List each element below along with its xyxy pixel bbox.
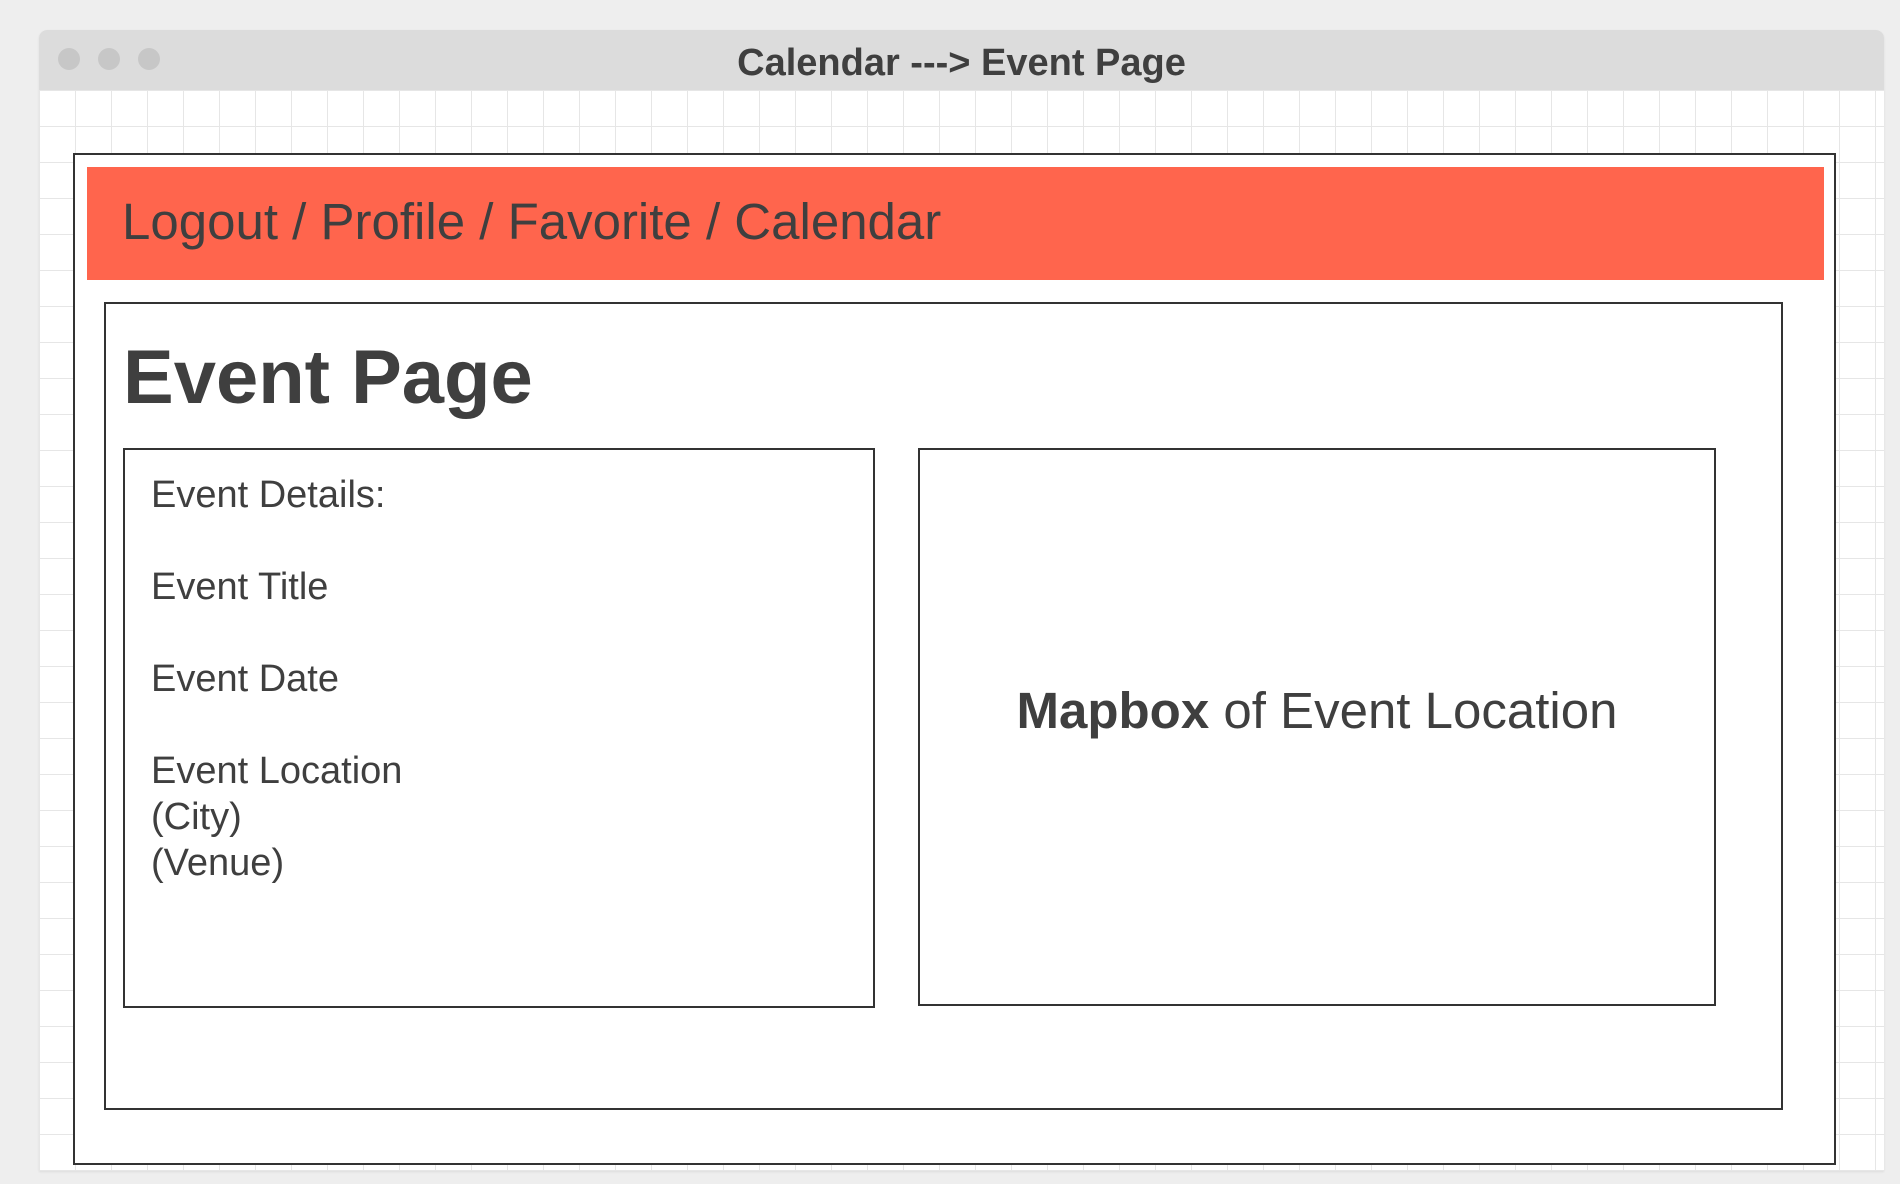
window-titlebar: Calendar ---> Event Page <box>39 30 1884 90</box>
event-details-list: Event Details: Event Title Event Date Ev… <box>151 472 402 886</box>
event-location: Event Location <box>151 750 403 792</box>
map-placeholder-label: Mapbox of Event Location <box>920 680 1714 741</box>
map-description-label: of Event Location <box>1209 682 1618 739</box>
nav-links[interactable]: Logout / Profile / Favorite / Calendar <box>122 189 941 255</box>
map-provider-label: Mapbox <box>1016 682 1210 739</box>
page-frame: Logout / Profile / Favorite / Calendar E… <box>73 153 1836 1165</box>
window-title: Calendar ---> Event Page <box>737 42 1186 84</box>
event-venue: (Venue) <box>151 842 285 884</box>
event-details-heading: Event Details: <box>151 474 386 516</box>
event-location-map[interactable]: Mapbox of Event Location <box>918 448 1716 1006</box>
event-title: Event Title <box>151 566 329 608</box>
event-details-box: Event Details: Event Title Event Date Ev… <box>123 448 875 1008</box>
top-navigation-bar: Logout / Profile / Favorite / Calendar <box>87 167 1824 280</box>
event-city: (City) <box>151 796 242 838</box>
event-date: Event Date <box>151 658 339 700</box>
page-title: Event Page <box>123 335 533 420</box>
event-page-panel: Event Page Event Details: Event Title Ev… <box>104 302 1783 1110</box>
wireframe-canvas: Logout / Profile / Favorite / Calendar E… <box>39 90 1884 1171</box>
browser-window: Calendar ---> Event Page Logout / Profil… <box>39 30 1884 1171</box>
